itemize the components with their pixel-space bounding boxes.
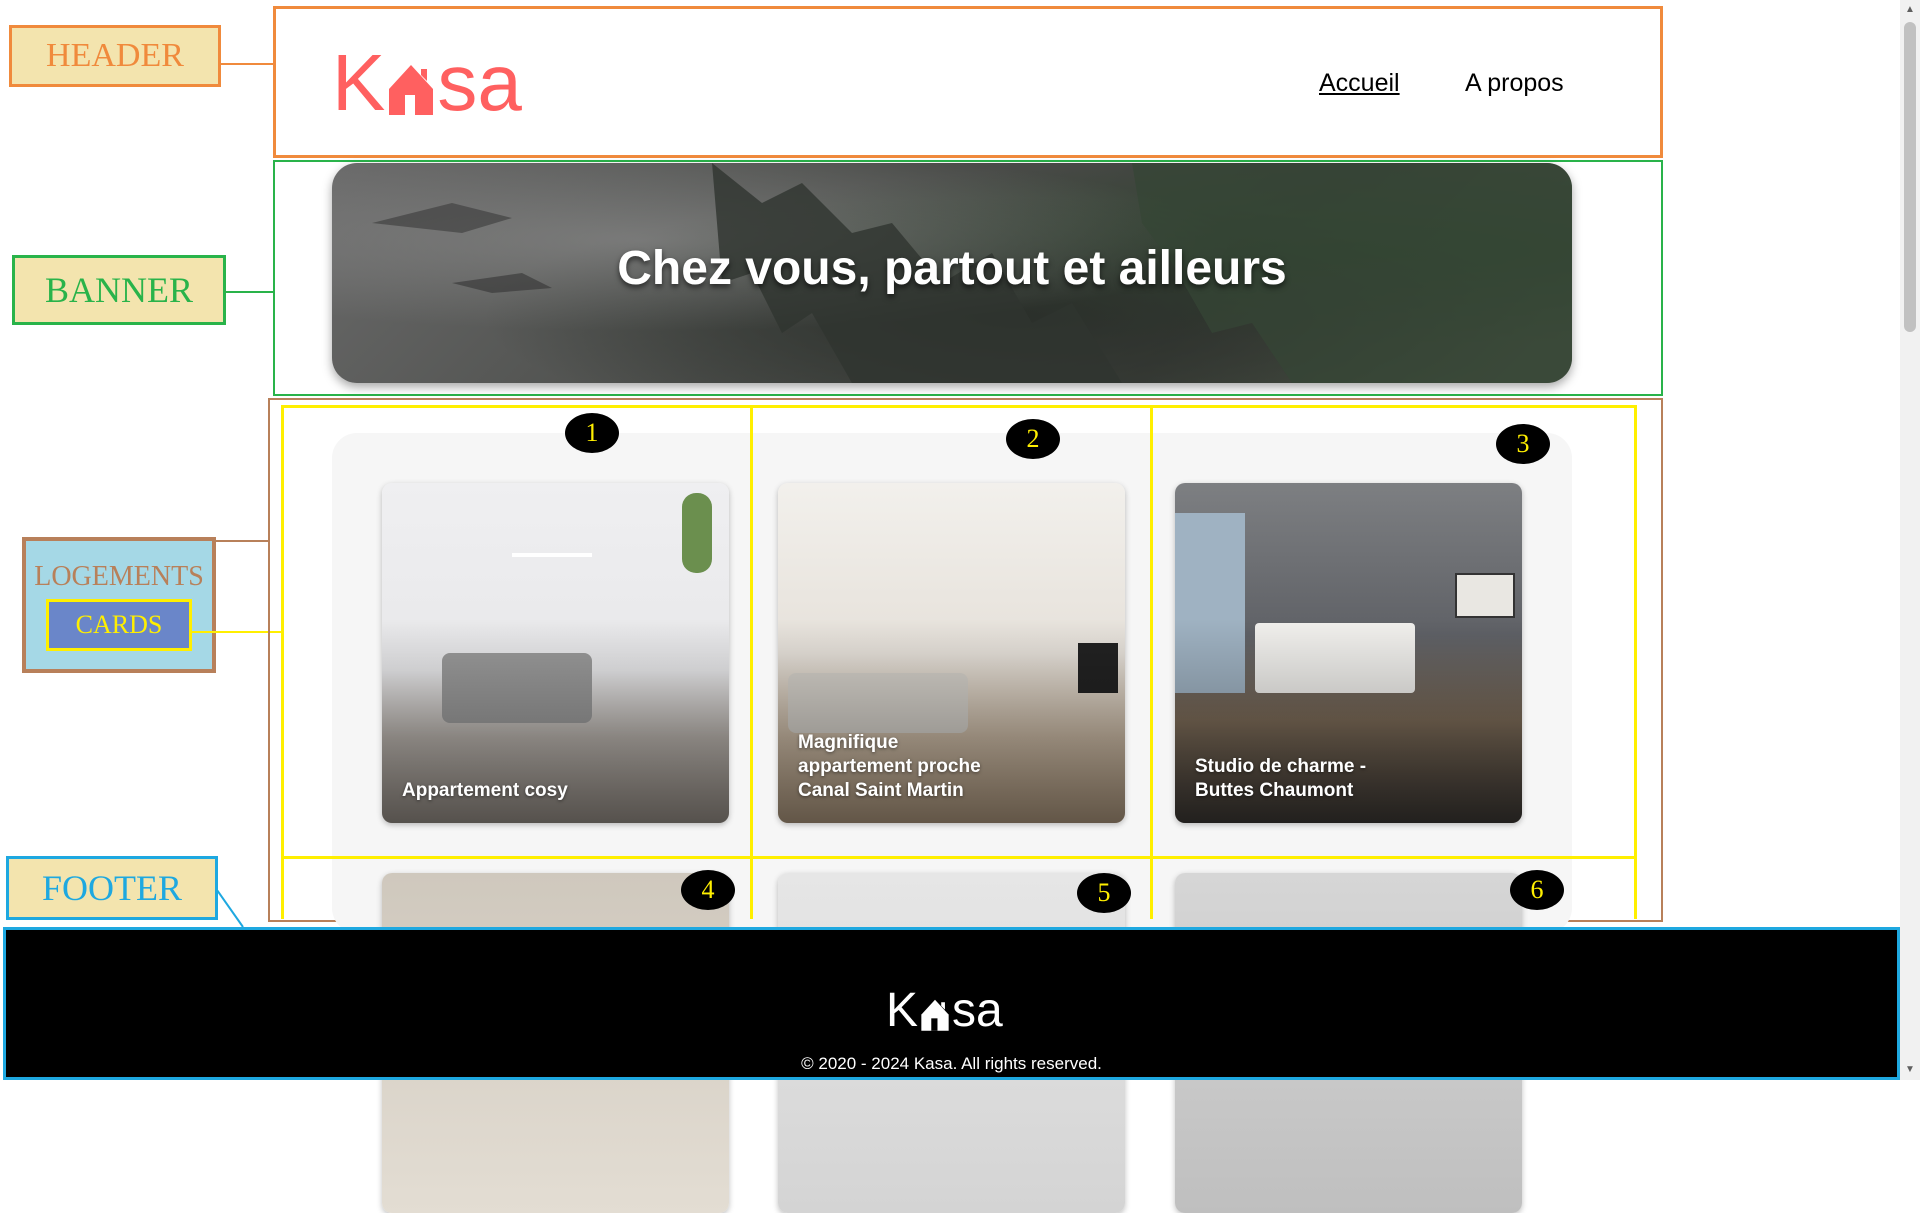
annotation-footer-label: FOOTER bbox=[6, 856, 218, 920]
card-3-title: Studio de charme - Buttes Chaumont bbox=[1195, 756, 1367, 801]
cards-frame-left bbox=[281, 405, 284, 919]
card-number-badge-4: 4 bbox=[681, 870, 735, 910]
annotation-cards-label: CARDS bbox=[46, 599, 192, 651]
card-1-plant bbox=[682, 493, 712, 573]
scroll-down-arrow-icon[interactable]: ▼ bbox=[1904, 1064, 1916, 1076]
cards-frame-right bbox=[1634, 405, 1637, 919]
page-scrollbar[interactable]: ▲ ▼ bbox=[1900, 0, 1920, 1080]
scrollbar-thumb[interactable] bbox=[1904, 22, 1916, 332]
card-number-badge-6: 6 bbox=[1510, 870, 1564, 910]
card-1-shelf bbox=[512, 553, 592, 557]
banner-title: Chez vous, partout et ailleurs bbox=[617, 242, 1287, 295]
card-buttes-chaumont[interactable]: Studio de charme - Buttes Chaumont bbox=[1175, 483, 1522, 823]
scroll-up-arrow-icon[interactable]: ▲ bbox=[1904, 4, 1916, 16]
annotation-banner-label: BANNER bbox=[12, 255, 226, 325]
annotation-banner-connector bbox=[226, 291, 273, 293]
header-logo-k: K bbox=[332, 38, 386, 127]
annotation-footer-connector bbox=[217, 890, 244, 928]
annotation-header-connector bbox=[221, 63, 273, 65]
card-number-badge-2: 2 bbox=[1006, 419, 1060, 459]
nav-link-a-propos[interactable]: A propos bbox=[1465, 69, 1564, 98]
card-number-badge-5: 5 bbox=[1077, 873, 1131, 913]
footer-logo-k: K bbox=[886, 984, 919, 1037]
cards-frame-divider-2 bbox=[1150, 405, 1153, 919]
card-canal-saint-martin[interactable]: Magnifique appartement proche Canal Sain… bbox=[778, 483, 1125, 823]
cards-frame-divider-1 bbox=[750, 405, 753, 919]
footer-logo[interactable]: K sa bbox=[886, 986, 1003, 1036]
header-logo-rest: sa bbox=[437, 38, 522, 127]
card-3-frame bbox=[1455, 573, 1515, 618]
header: K sa Accueil A propos bbox=[273, 6, 1663, 158]
card-2-title: Magnifique appartement proche Canal Sain… bbox=[798, 732, 981, 801]
header-logo[interactable]: K sa bbox=[332, 43, 522, 123]
house-icon bbox=[389, 65, 434, 115]
cards-frame-top bbox=[281, 405, 1637, 408]
nav-link-accueil[interactable]: Accueil bbox=[1319, 69, 1400, 98]
cards-frame-middle bbox=[281, 856, 1637, 859]
footer-logo-rest: sa bbox=[952, 984, 1003, 1037]
card-number-badge-1: 1 bbox=[565, 413, 619, 453]
card-appartement-cosy[interactable]: Appartement cosy bbox=[382, 483, 729, 823]
annotation-logements-text: LOGEMENTS bbox=[34, 561, 204, 592]
house-icon bbox=[921, 999, 949, 1031]
footer-copyright: © 2020 - 2024 Kasa. All rights reserved. bbox=[801, 1054, 1102, 1073]
annotation-logements-connector bbox=[216, 540, 268, 542]
banner: Chez vous, partout et ailleurs bbox=[332, 163, 1572, 383]
card-number-badge-3: 3 bbox=[1496, 424, 1550, 464]
card-1-title: Appartement cosy bbox=[402, 780, 568, 801]
annotation-header-label: HEADER bbox=[9, 25, 221, 87]
footer: K sa © 2020 - 2024 Kasa. All rights rese… bbox=[3, 927, 1900, 1080]
